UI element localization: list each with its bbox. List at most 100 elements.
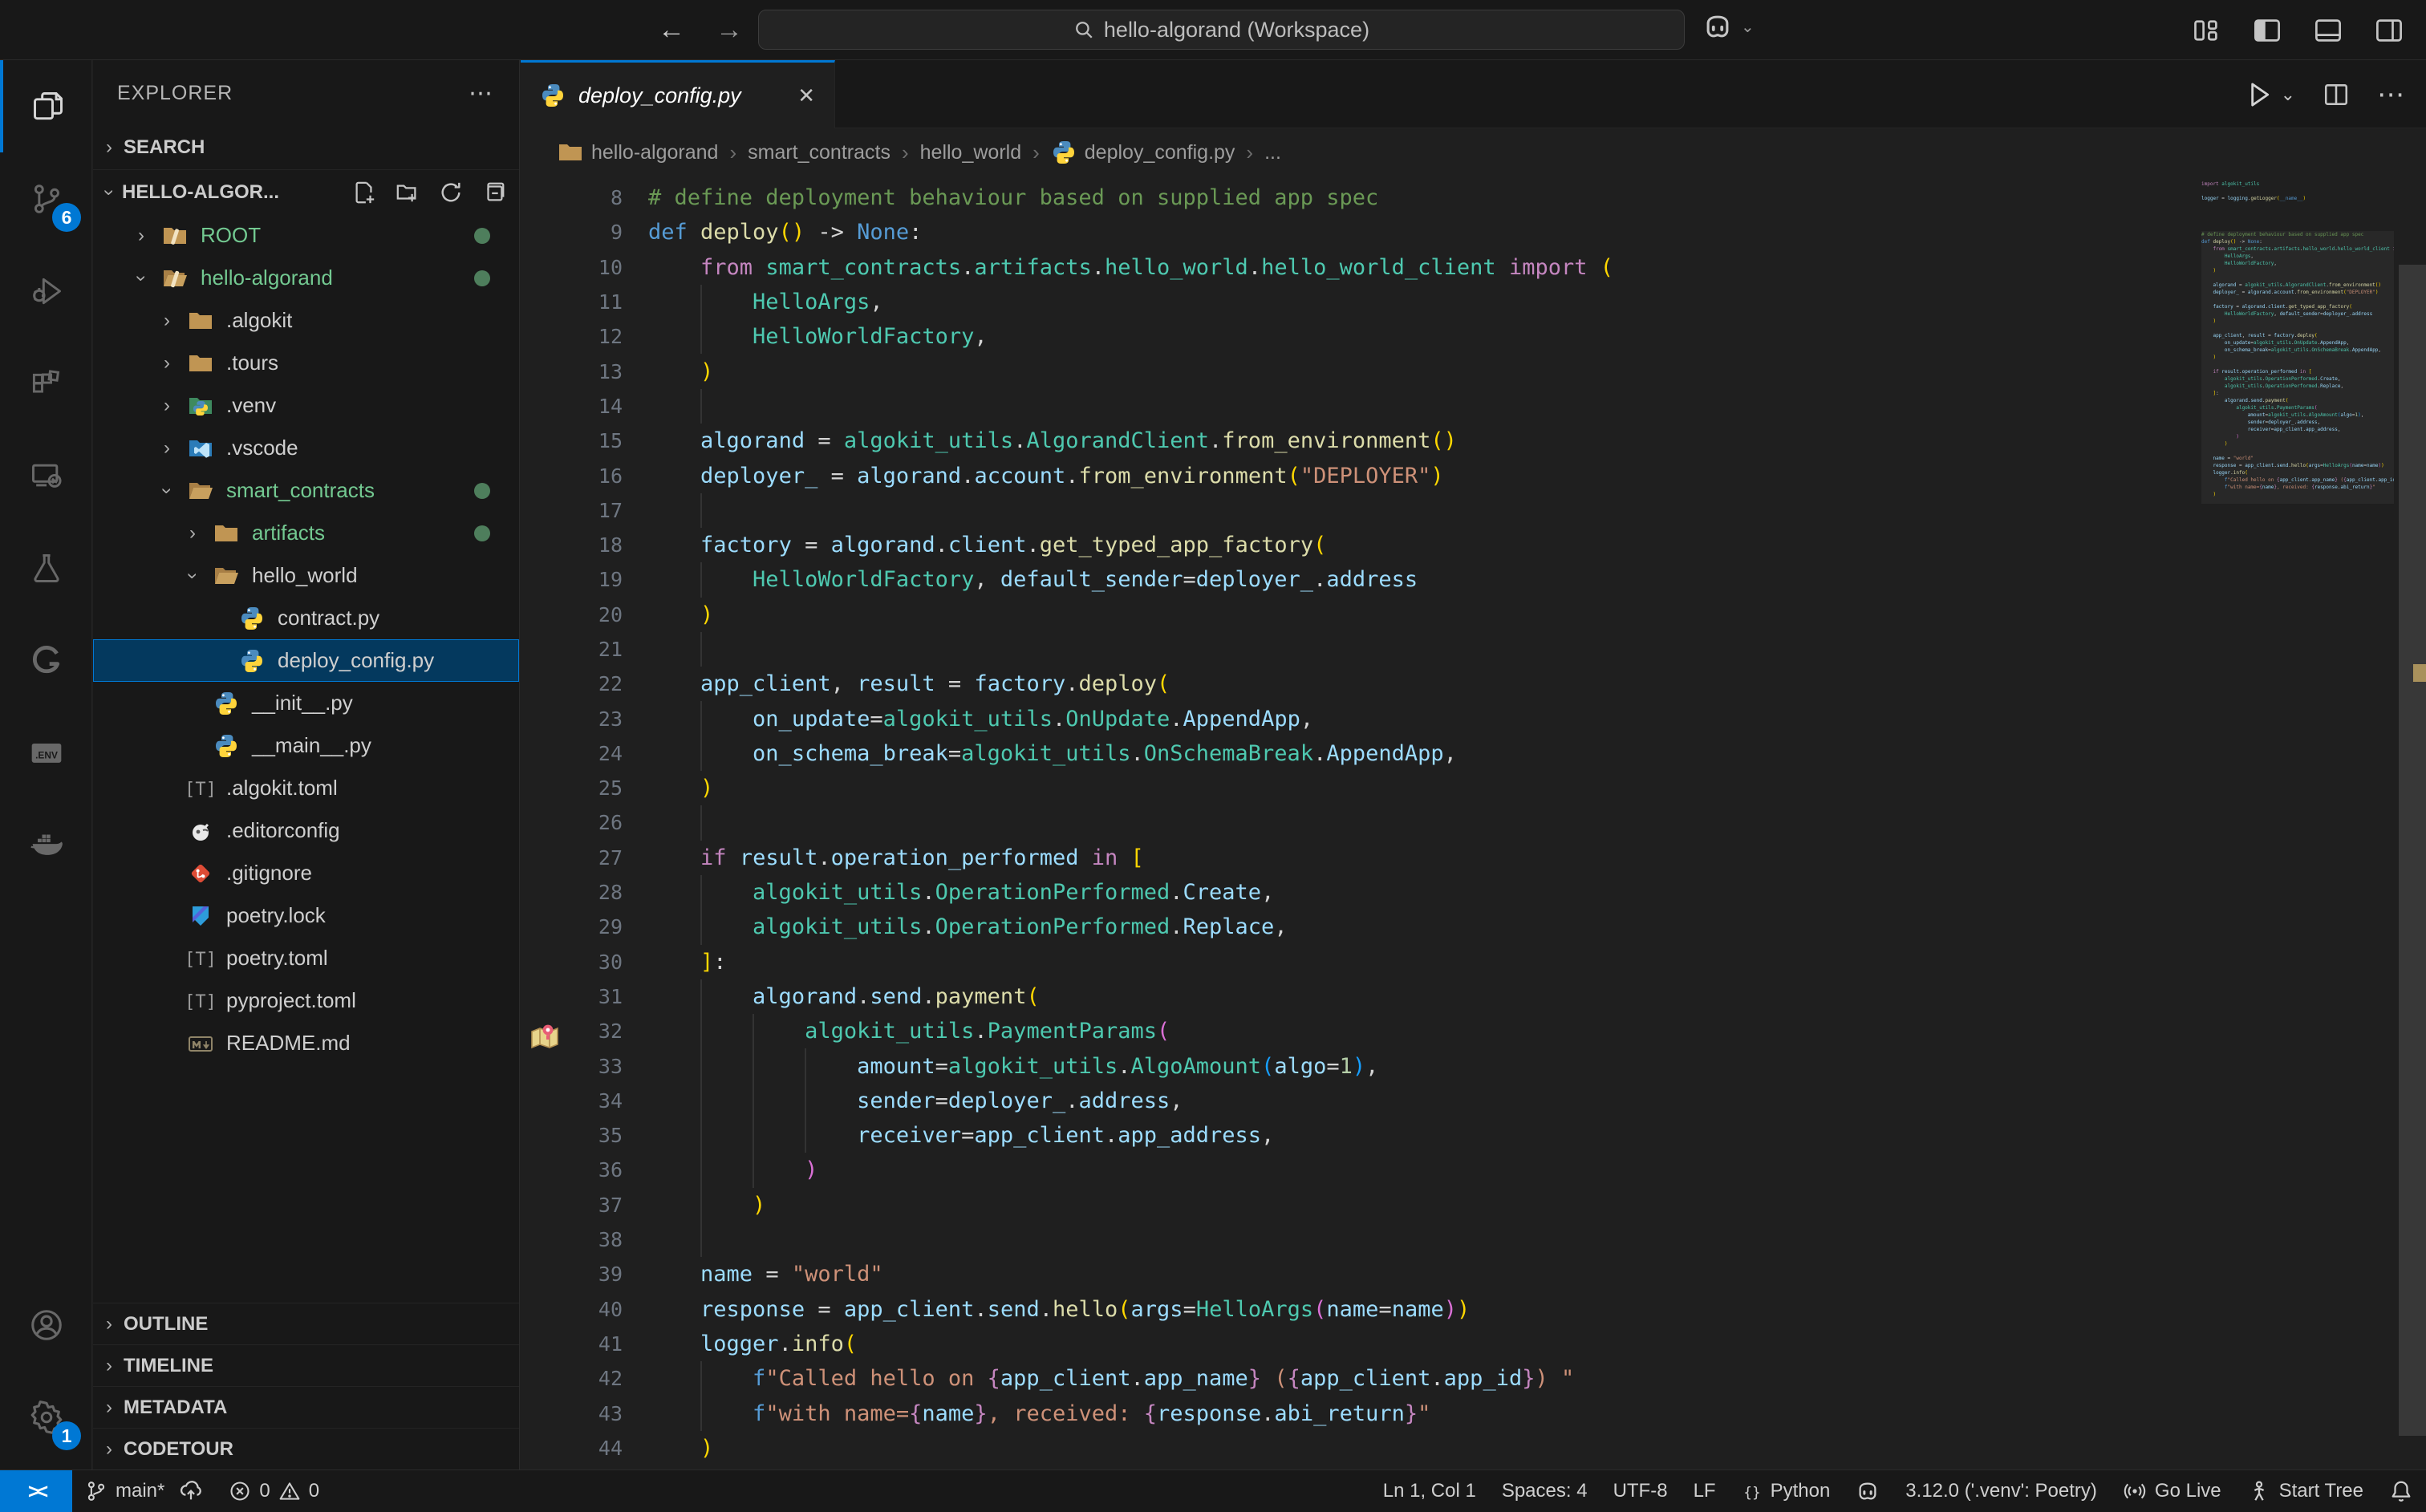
tree-item-deploy_config.py[interactable]: deploy_config.py [93,639,519,682]
run-python-file-icon[interactable] [2244,79,2274,110]
status-encoding[interactable]: UTF-8 [1600,1470,1681,1512]
code-line-20[interactable]: 20 ) [521,598,2426,632]
copilot-chevron-icon[interactable]: ⌄ [1741,17,1755,37]
section-codetour[interactable]: ›CODETOUR [93,1428,519,1469]
activity-item-account[interactable] [0,1279,92,1371]
minimap[interactable]: import algokit_utilslogger = logging.get… [2201,180,2394,1469]
code-line-33[interactable]: 33 amount=algokit_utils.AlgoAmount(algo=… [521,1048,2426,1083]
breadcrumb-item-...[interactable]: ... [1264,141,1281,164]
section-timeline[interactable]: ›TIMELINE [93,1344,519,1386]
activity-item-gitlens[interactable] [0,614,92,706]
tree-item-poetry.toml[interactable]: [T]poetry.toml [93,937,519,979]
code-line-38[interactable]: 38 [521,1222,2426,1257]
activity-item-run-debug[interactable] [0,245,92,337]
activity-item-dotenv[interactable]: .ENV [0,706,92,798]
nav-back-icon[interactable]: ← [658,14,685,46]
code-line-16[interactable]: 16 deployer_ = algorand.account.from_env… [521,458,2426,493]
breadcrumb-item-hello-algorand[interactable]: hello-algorand [558,140,718,165]
tab-close-icon[interactable]: ✕ [797,83,815,108]
code-line-26[interactable]: 26 [521,805,2426,840]
tree-item-.algokit.toml[interactable]: [T].algokit.toml [93,767,519,809]
toggle-panel-icon[interactable] [2314,16,2343,45]
tree-item-.gitignore[interactable]: .gitignore [93,852,519,894]
tree-item-.venv[interactable]: ›.venv [93,384,519,427]
code-line-15[interactable]: 15 algorand = algokit_utils.AlgorandClie… [521,424,2426,458]
status-cursor-position[interactable]: Ln 1, Col 1 [1370,1470,1489,1512]
code-line-23[interactable]: 23 on_update=algokit_utils.OnUpdate.Appe… [521,701,2426,736]
breadcrumb-item-smart_contracts[interactable]: smart_contracts [748,141,890,164]
remote-indicator[interactable]: >< [0,1470,72,1512]
code-line-36[interactable]: 36 ) [521,1153,2426,1187]
tree-item-hello-algorand[interactable]: ›hello-algorand [93,257,519,299]
breadcrumb-item-hello_world[interactable]: hello_world [920,141,1021,164]
code-line-35[interactable]: 35 receiver=app_client.app_address, [521,1118,2426,1153]
section-workspace[interactable]: › HELLO-ALGOR... [93,170,519,214]
code-line-10[interactable]: 10 from smart_contracts.artifacts.hello_… [521,250,2426,285]
tree-item-.editorconfig[interactable]: .editorconfig [93,809,519,852]
tree-item-contract.py[interactable]: contract.py [93,597,519,639]
customize-layout-icon[interactable] [2192,16,2221,45]
code-line-8[interactable]: 8# define deployment behaviour based on … [521,180,2426,215]
code-line-14[interactable]: 14 [521,389,2426,424]
nav-forward-icon[interactable]: → [716,14,743,46]
code-line-11[interactable]: 11 HelloArgs, [521,285,2426,319]
code-line-27[interactable]: 27 if result.operation_performed in [ [521,841,2426,875]
code-line-24[interactable]: 24 on_schema_break=algokit_utils.OnSchem… [521,736,2426,771]
git-branch-status[interactable]: main* [72,1470,216,1512]
activity-item-docker[interactable] [0,798,92,890]
toggle-secondary-sidebar-icon[interactable] [2375,16,2404,45]
tree-item-README.md[interactable]: README.md [93,1022,519,1064]
activity-item-testing[interactable] [0,521,92,614]
new-folder-icon[interactable] [396,180,420,205]
explorer-more-actions-icon[interactable]: ⋯ [469,79,495,107]
tree-item-ROOT[interactable]: ›ROOT [93,214,519,257]
tree-item-poetry.lock[interactable]: poetry.lock [93,894,519,937]
breadcrumb-item-deploy_config.py[interactable]: deploy_config.py [1051,140,1235,165]
code-line-43[interactable]: 43 f"with name={name}, received: {respon… [521,1396,2426,1430]
editor-more-actions-icon[interactable]: ⋯ [2377,79,2407,111]
refresh-icon[interactable] [439,180,463,205]
tree-item-pyproject.toml[interactable]: [T]pyproject.toml [93,979,519,1022]
status-go-live[interactable]: Go Live [2110,1470,2234,1512]
problems-status[interactable]: 0 0 [216,1470,332,1512]
tree-item-artifacts[interactable]: ›artifacts [93,512,519,554]
code-editor[interactable]: 8# define deployment behaviour based on … [521,180,2426,1469]
tree-item-__init__.py[interactable]: __init__.py [93,682,519,724]
section-outline[interactable]: ›OUTLINE [93,1303,519,1344]
tree-item-hello_world[interactable]: ›hello_world [93,554,519,597]
code-line-22[interactable]: 22 app_client, result = factory.deploy( [521,667,2426,701]
status-python-interpreter[interactable]: 3.12.0 ('.venv': Poetry) [1893,1470,2110,1512]
code-line-29[interactable]: 29 algokit_utils.OperationPerformed.Repl… [521,910,2426,944]
status-eol[interactable]: LF [1681,1470,1729,1512]
code-line-37[interactable]: 37 ) [521,1188,2426,1222]
tree-item-.tours[interactable]: ›.tours [93,342,519,384]
code-line-17[interactable]: 17 [521,493,2426,528]
status-notifications[interactable] [2376,1470,2426,1512]
section-search[interactable]: › SEARCH [93,126,519,170]
code-line-41[interactable]: 41 logger.info( [521,1327,2426,1361]
run-dropdown-chevron-icon[interactable]: ⌄ [2281,84,2295,105]
section-metadata[interactable]: ›METADATA [93,1386,519,1428]
code-line-34[interactable]: 34 sender=deployer_.address, [521,1084,2426,1118]
code-line-31[interactable]: 31 algorand.send.payment( [521,979,2426,1014]
tab-deploy-config[interactable]: deploy_config.py ✕ [521,60,835,128]
code-line-9[interactable]: 9def deploy() -> None: [521,215,2426,249]
tree-item-.vscode[interactable]: ›.vscode [93,427,519,469]
code-line-44[interactable]: 44 ) [521,1431,2426,1465]
code-line-30[interactable]: 30 ]: [521,945,2426,979]
activity-item-source-control[interactable]: 6 [0,152,92,245]
code-line-12[interactable]: 12 HelloWorldFactory, [521,319,2426,354]
tree-item-__main__.py[interactable]: __main__.py [93,724,519,767]
activity-item-extensions[interactable] [0,337,92,429]
status-start-tree[interactable]: Start Tree [2234,1470,2376,1512]
scrollbar-thumb[interactable] [2399,265,2426,1436]
tree-item-.algokit[interactable]: ›.algokit [93,299,519,342]
new-file-icon[interactable] [352,180,376,205]
status-language-mode[interactable]: {}Python [1729,1470,1844,1512]
command-center-search[interactable]: hello-algorand (Workspace) [758,10,1685,50]
code-line-32[interactable]: 32 algokit_utils.PaymentParams( [521,1014,2426,1048]
copilot-icon[interactable] [1702,11,1733,42]
status-copilot[interactable] [1843,1470,1893,1512]
code-line-19[interactable]: 19 HelloWorldFactory, default_sender=dep… [521,562,2426,597]
collapse-all-icon[interactable] [482,180,506,205]
